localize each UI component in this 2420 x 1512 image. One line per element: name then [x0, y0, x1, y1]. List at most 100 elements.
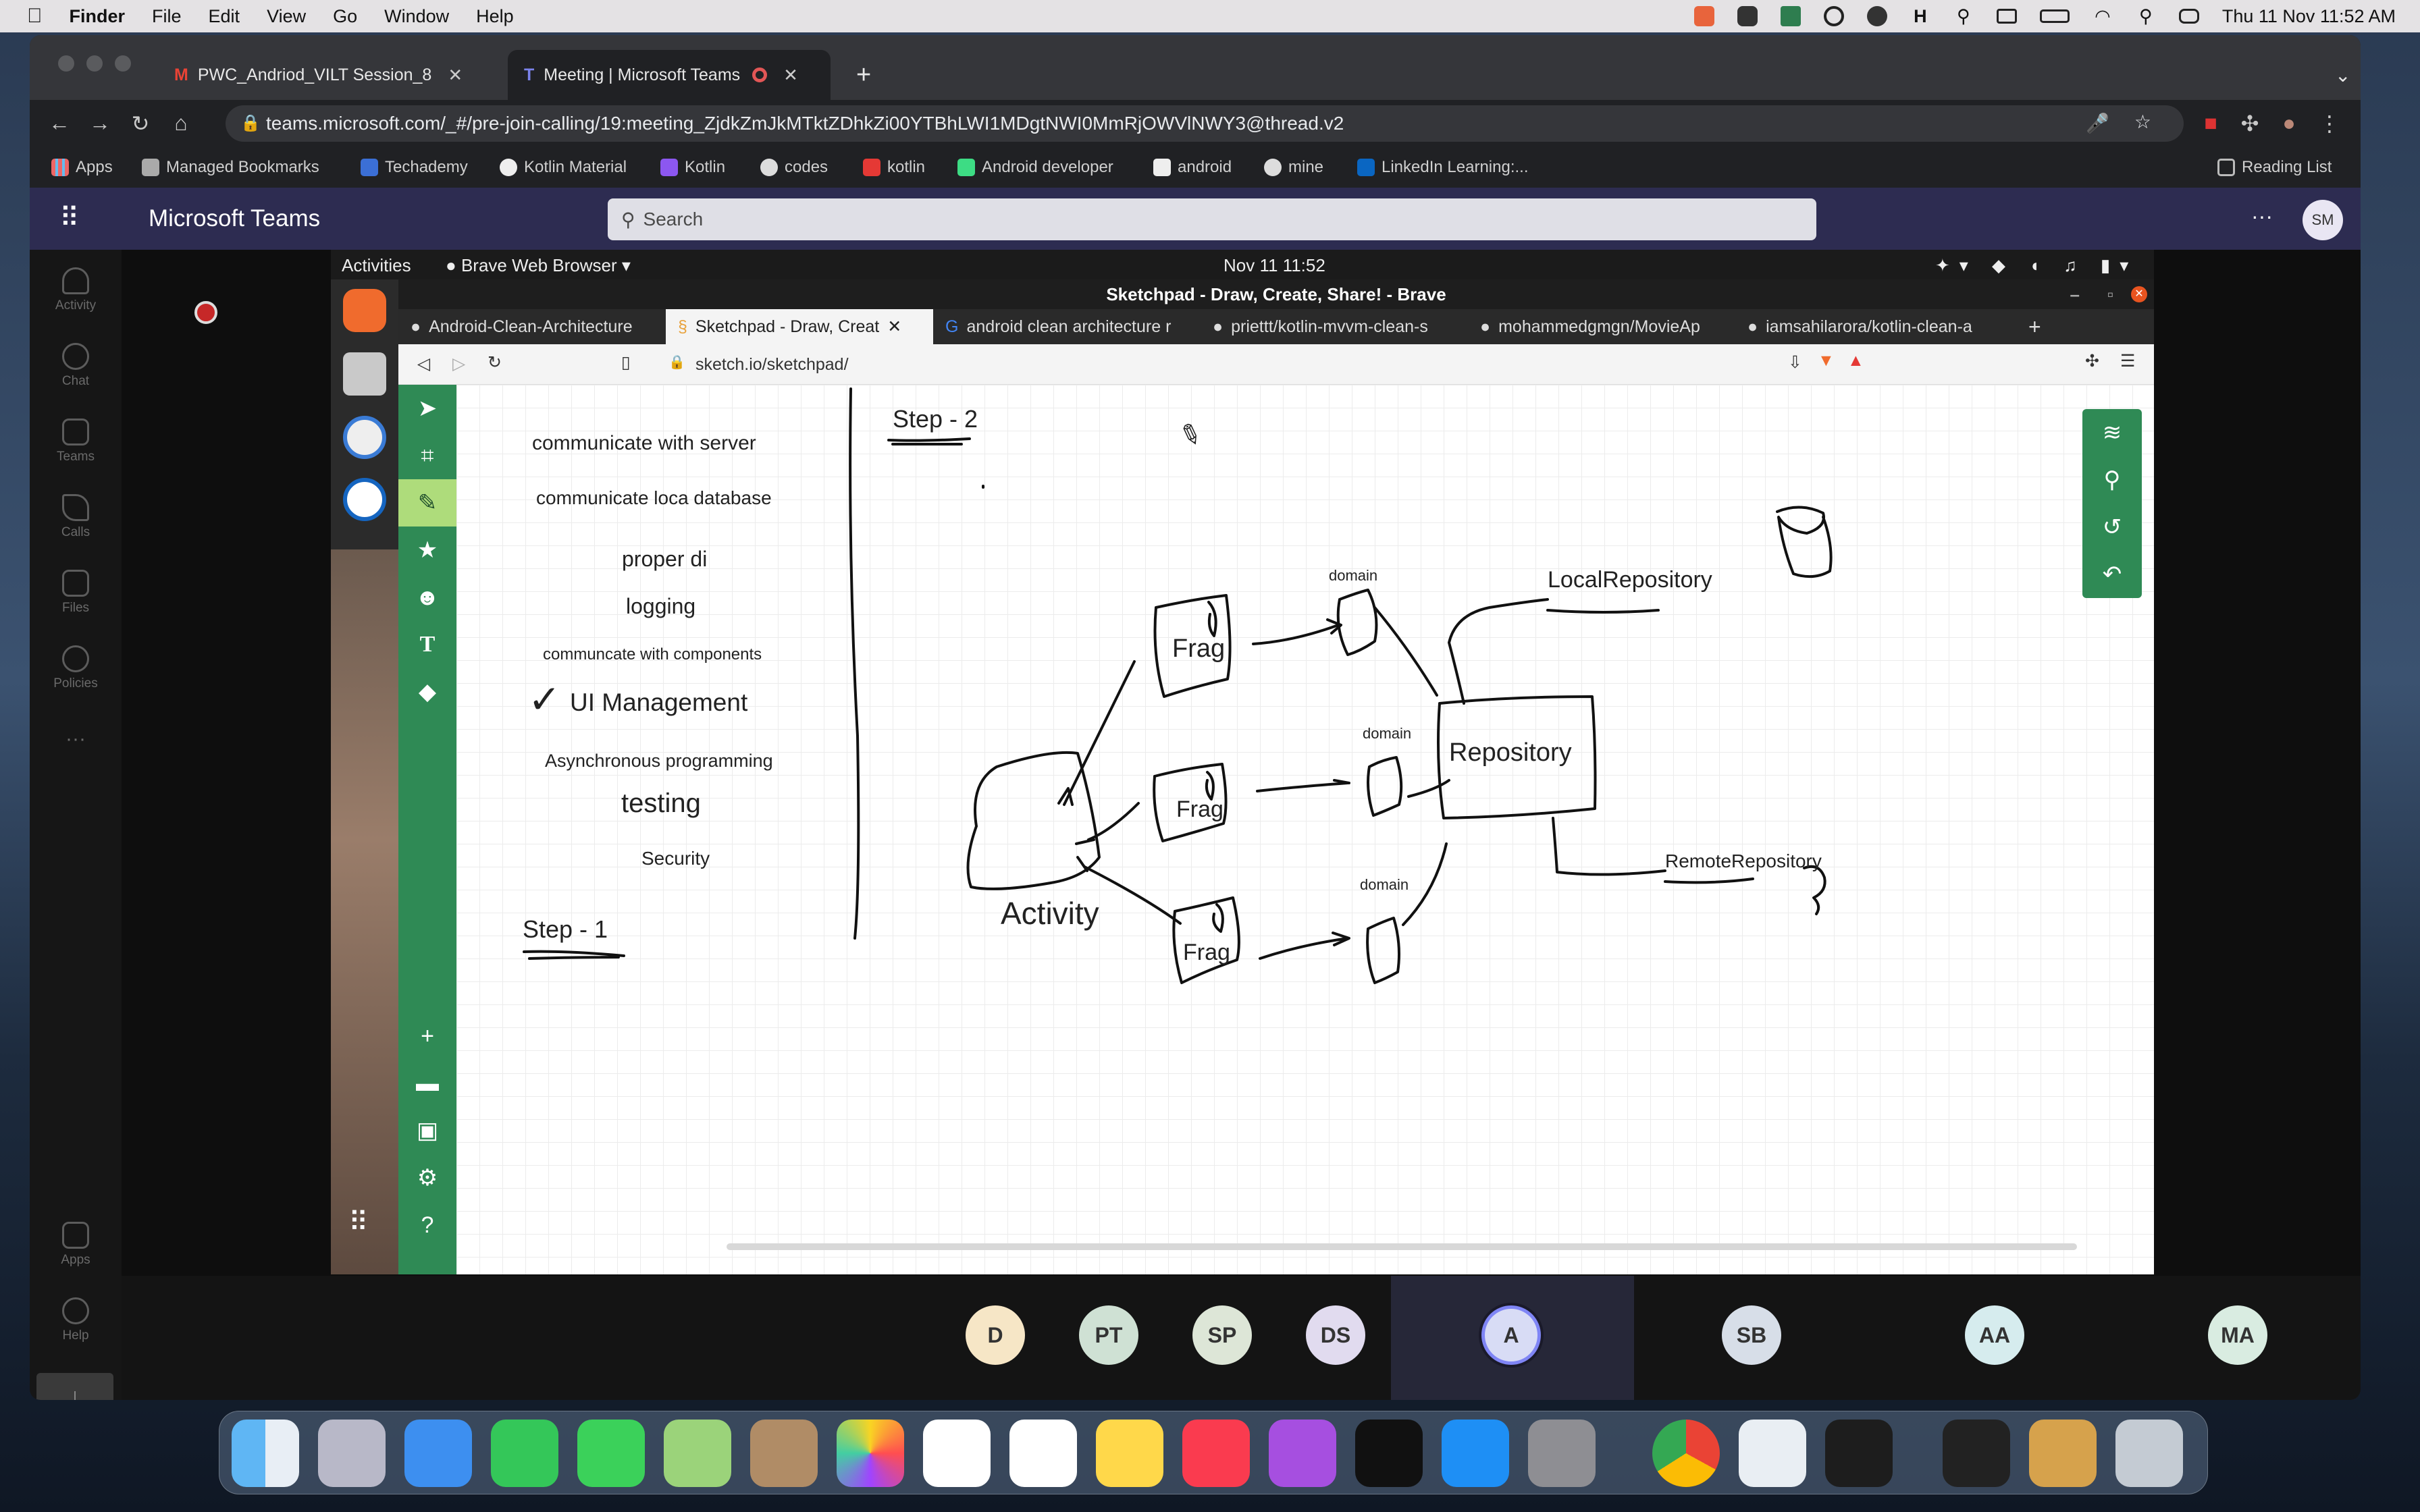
cnx-icon[interactable]	[1780, 6, 1801, 26]
brave-new-tab-button[interactable]: +	[2016, 309, 2053, 344]
save-icon[interactable]: ▣	[398, 1107, 456, 1154]
brave-tab[interactable]: Gandroid clean architecture r	[933, 309, 1201, 344]
apple-tv-icon[interactable]	[1355, 1420, 1423, 1487]
app-store-icon[interactable]	[1442, 1420, 1509, 1487]
participant-avatar[interactable]: PT	[1079, 1305, 1138, 1365]
show-apps-icon[interactable]: ⠿	[348, 1207, 368, 1238]
share-icon[interactable]: ⇩	[1788, 352, 1802, 373]
apple-icon[interactable]: 	[27, 5, 43, 28]
gnome-app-menu[interactable]: ● Brave Web Browser ▾	[446, 255, 631, 276]
participant-avatar[interactable]: AA	[1965, 1305, 2024, 1365]
spotlight-icon[interactable]: ⚲	[2136, 6, 2156, 26]
control-center-icon[interactable]	[2178, 9, 2199, 24]
menu-help[interactable]: Help	[476, 6, 514, 27]
close-tab-icon[interactable]: ✕	[887, 317, 901, 337]
brave-rewards-icon[interactable]: ▲	[1847, 351, 1864, 371]
rail-files[interactable]: Files	[30, 570, 122, 616]
download-button[interactable]: ⤓	[36, 1373, 113, 1400]
keyboard-icon[interactable]	[1996, 9, 2017, 24]
help-icon[interactable]: ?	[398, 1202, 456, 1249]
menubar-clock[interactable]: Thu 11 Nov 11:52 AM	[2222, 6, 2396, 27]
text-tool-icon[interactable]: T	[398, 621, 456, 668]
new-tab-button[interactable]: +	[840, 50, 887, 100]
messages-icon[interactable]	[577, 1420, 645, 1487]
bookmark-android[interactable]: android	[1153, 158, 1232, 177]
crop-tool-icon[interactable]: ⌗	[398, 432, 456, 479]
menu-edit[interactable]: Edit	[209, 6, 240, 27]
bookmark-kotlin[interactable]: Kotlin	[660, 158, 725, 177]
maps-icon[interactable]	[664, 1420, 731, 1487]
brave-shields-icon[interactable]: ▼	[1818, 351, 1835, 371]
menu-window[interactable]: Window	[384, 6, 449, 27]
key-icon[interactable]: ⚲	[1953, 6, 1974, 26]
brave-dock-icon[interactable]	[343, 289, 386, 332]
notes-icon[interactable]	[1096, 1420, 1163, 1487]
history-icon[interactable]: ↺	[2082, 504, 2142, 551]
mail-icon[interactable]	[404, 1420, 472, 1487]
bookmark-icon[interactable]: ▯	[621, 352, 631, 373]
brave-tab[interactable]: ● mohammedgmgn/MovieAp	[1468, 309, 1735, 344]
rail-chat[interactable]: Chat	[30, 343, 122, 389]
zoom-icon[interactable]: ⚲	[2082, 456, 2142, 504]
back-icon[interactable]: ◁	[417, 354, 430, 374]
emoji-tool-icon[interactable]: ☻	[398, 574, 456, 621]
rail-activity[interactable]: Activity	[30, 267, 122, 313]
menu-icon[interactable]: ☰	[2120, 351, 2135, 371]
profile-avatar[interactable]: ●	[2276, 111, 2303, 136]
close-window-button[interactable]	[58, 55, 74, 72]
sketch-canvas[interactable]: communicate with server communicate loca…	[456, 385, 2154, 1274]
menu-view[interactable]: View	[267, 6, 306, 27]
folder-icon[interactable]: ▬	[398, 1060, 456, 1107]
bookmark-star-icon[interactable]: ☆	[2134, 111, 2151, 133]
status-app-icon[interactable]	[1693, 6, 1714, 26]
extensions-icon[interactable]: ✣	[2085, 351, 2099, 371]
app-launcher-icon[interactable]: ⠿	[59, 202, 79, 234]
globe-icon[interactable]	[1866, 6, 1887, 26]
bookmark-managed[interactable]: Managed Bookmarks	[142, 158, 319, 177]
zoom-window-button[interactable]	[115, 55, 131, 72]
bookmark-mine[interactable]: mine	[1264, 158, 1323, 177]
select-tool-icon[interactable]: ➤	[398, 385, 456, 432]
gear-status-icon[interactable]	[1823, 6, 1844, 26]
archive-utility-icon[interactable]	[2029, 1420, 2097, 1487]
system-preferences-icon[interactable]	[1528, 1420, 1596, 1487]
bookmark-techademy[interactable]: Techademy	[361, 158, 468, 177]
bookmark-codes[interactable]: codes	[760, 158, 828, 177]
menu-go[interactable]: Go	[333, 6, 357, 27]
brave-url-text[interactable]: sketch.io/sketchpad/	[695, 355, 849, 375]
reminders-icon[interactable]	[1009, 1420, 1077, 1487]
gnome-clock[interactable]: Nov 11 11:52	[1224, 255, 1325, 276]
podcasts-icon[interactable]	[1269, 1420, 1336, 1487]
rail-more-icon[interactable]: ···	[30, 728, 122, 751]
rail-help[interactable]: Help	[30, 1297, 122, 1343]
h-status-icon[interactable]: H	[1910, 6, 1930, 26]
bookmark-linkedin-learning[interactable]: LinkedIn Learning:...	[1357, 158, 1529, 177]
webex-icon[interactable]	[1825, 1420, 1893, 1487]
participant-avatar[interactable]: DS	[1306, 1305, 1365, 1365]
android-studio-dock-icon[interactable]	[343, 416, 386, 459]
finder-icon[interactable]	[232, 1420, 299, 1487]
close-tab-icon[interactable]: ✕	[783, 65, 798, 86]
chrome-menu-icon[interactable]: ⋮	[2316, 111, 2343, 136]
rail-calls[interactable]: Calls	[30, 494, 122, 540]
reload-icon[interactable]: ↻	[127, 111, 154, 136]
pencil-tool-icon[interactable]: ✎	[398, 479, 456, 526]
participant-avatar[interactable]: MA	[2208, 1305, 2267, 1365]
menu-app-name[interactable]: Finder	[70, 6, 126, 27]
back-icon[interactable]: ←	[46, 111, 73, 136]
maximize-icon[interactable]: ▫	[2107, 279, 2113, 309]
fill-tool-icon[interactable]: ◆	[398, 668, 456, 716]
battery-icon[interactable]	[2039, 9, 2070, 23]
music-icon[interactable]	[1182, 1420, 1250, 1487]
reading-list[interactable]: Reading List	[2217, 158, 2332, 177]
minimize-window-button[interactable]	[86, 55, 103, 72]
brave-tab[interactable]: ● Android-Clean-Architecture	[398, 309, 666, 344]
participant-avatar-active[interactable]: A	[1481, 1305, 1541, 1365]
minimize-icon[interactable]: –	[2070, 279, 2080, 309]
settings-icon[interactable]: ⚙	[398, 1154, 456, 1202]
android-studio-icon[interactable]	[1739, 1420, 1806, 1487]
close-tab-icon[interactable]: ✕	[448, 65, 463, 86]
bookmark-kotlin-2[interactable]: kotlin	[863, 158, 925, 177]
address-bar[interactable]: 🔒 teams.microsoft.com/_#/pre-join-callin…	[226, 105, 2184, 142]
user-avatar[interactable]: SM	[2303, 200, 2343, 240]
